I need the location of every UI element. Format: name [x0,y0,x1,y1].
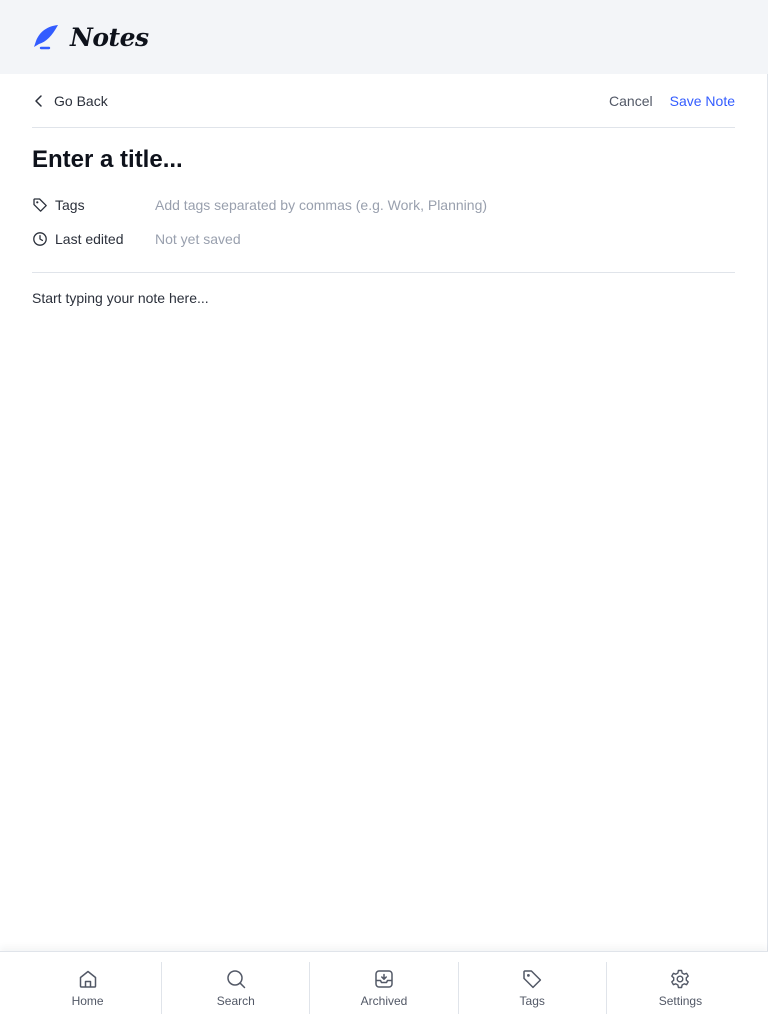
go-back-label: Go Back [54,92,108,109]
last-edited-label: Last edited [55,231,124,247]
note-metadata: Tags Last edited Not yet saved [32,188,735,273]
app-root: Notes Go Back Cancel Save Note Enter a t… [0,0,768,1024]
chevron-left-icon [35,94,42,107]
gear-icon [671,969,690,989]
nav-item-home[interactable]: Home [14,962,161,1014]
app-name: Notes [70,22,149,52]
editor-actions: Cancel Save Note [609,93,735,109]
app-header: Notes [0,0,768,74]
nav-label-home: Home [71,994,104,1008]
nav-label-settings: Settings [658,994,703,1008]
note-editor: Go Back Cancel Save Note Tags [0,74,768,951]
tags-input[interactable] [155,197,735,213]
cancel-button[interactable]: Cancel [609,93,653,109]
last-edited-row: Last edited Not yet saved [32,222,735,256]
feather-pen-icon [34,25,58,50]
clock-icon [33,232,47,246]
note-title-input[interactable] [32,146,735,174]
nav-label-tags: Tags [519,994,545,1008]
tag-icon [523,970,542,989]
editor-toolbar: Go Back Cancel Save Note [32,74,735,128]
archive-icon [375,970,393,988]
last-edited-value: Not yet saved [155,231,241,247]
nav-item-archived[interactable]: Archived [310,962,457,1014]
note-body-textarea[interactable] [32,289,735,909]
bottom-navigation: Home Search Archived Tags Settings [0,951,768,1024]
nav-label-search: Search [216,994,255,1008]
last-edited-label-group: Last edited [32,231,155,247]
nav-item-search[interactable]: Search [162,962,309,1014]
search-icon [227,970,246,989]
tags-label-group: Tags [32,197,155,213]
save-note-button[interactable]: Save Note [670,93,735,109]
go-back-button[interactable]: Go Back [32,93,108,109]
tags-label: Tags [55,197,85,213]
tag-icon [33,198,47,212]
nav-item-settings[interactable]: Settings [607,962,754,1014]
tags-row: Tags [32,188,735,222]
nav-label-archived: Archived [360,994,408,1008]
nav-item-tags[interactable]: Tags [459,962,606,1014]
app-logo[interactable]: Notes [32,23,149,52]
home-icon [79,970,96,988]
